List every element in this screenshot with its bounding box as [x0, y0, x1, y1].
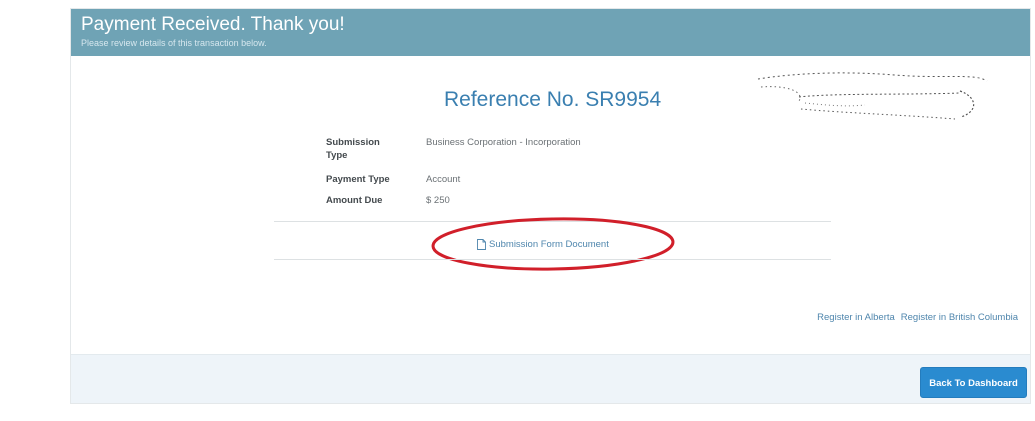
- detail-value: Account: [426, 174, 461, 185]
- detail-value: Business Corporation - Incorporation: [426, 137, 581, 148]
- submission-form-document-link[interactable]: Submission Form Document: [477, 237, 609, 251]
- submission-form-document-label: Submission Form Document: [489, 238, 609, 250]
- register-british-columbia-link[interactable]: Register in British Columbia: [901, 312, 1018, 323]
- register-links: Register in Alberta Register in British C…: [817, 312, 1018, 323]
- panel-footer: Back To Dashboard: [71, 354, 1030, 403]
- detail-value: $ 250: [426, 195, 450, 206]
- reference-number: Reference No. SR9954: [444, 88, 662, 111]
- panel-title: Payment Received. Thank you!: [81, 14, 345, 35]
- panel-header: Payment Received. Thank you! Please revi…: [71, 9, 1030, 56]
- panel-subtitle: Please review details of this transactio…: [81, 38, 267, 48]
- back-to-dashboard-button[interactable]: Back To Dashboard: [920, 367, 1027, 398]
- detail-label: Amount Due: [326, 195, 383, 206]
- document-icon: [477, 238, 486, 250]
- redacted-scribble: [757, 72, 988, 120]
- divider-top: [274, 221, 831, 222]
- detail-label: Payment Type: [326, 174, 390, 185]
- page: Payment Received. Thank you! Please revi…: [0, 0, 1035, 421]
- detail-label: Submission Type: [326, 137, 380, 161]
- divider-bottom: [274, 259, 831, 260]
- register-alberta-link[interactable]: Register in Alberta: [817, 312, 895, 323]
- payment-confirmation-panel: Payment Received. Thank you! Please revi…: [70, 8, 1031, 404]
